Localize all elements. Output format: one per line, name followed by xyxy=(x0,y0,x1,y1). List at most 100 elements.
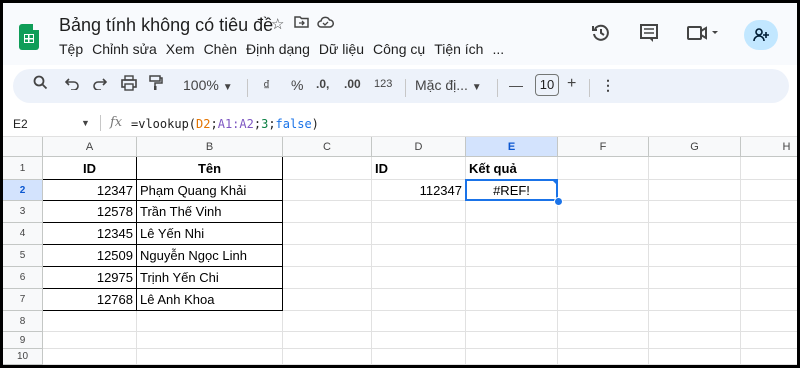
row-header-10[interactable]: 10 xyxy=(3,349,43,365)
cell-f1[interactable] xyxy=(558,157,649,180)
cell-f5[interactable] xyxy=(558,245,649,267)
cell-c2[interactable] xyxy=(283,180,372,201)
cell-h8[interactable] xyxy=(741,311,797,332)
menu-insert[interactable]: Chèn xyxy=(204,41,237,59)
cell-f9[interactable] xyxy=(558,332,649,349)
sheets-logo-icon[interactable] xyxy=(19,24,39,50)
cell-b9[interactable] xyxy=(137,332,283,349)
cell-a7[interactable]: 12768 xyxy=(43,289,137,311)
share-button[interactable] xyxy=(744,20,778,50)
row-header-9[interactable]: 9 xyxy=(3,332,43,349)
cell-h6[interactable] xyxy=(741,267,797,289)
cell-b7[interactable]: Lê Anh Khoa xyxy=(137,289,283,311)
cell-g6[interactable] xyxy=(649,267,741,289)
cell-g3[interactable] xyxy=(649,201,741,223)
cell-d6[interactable] xyxy=(372,267,466,289)
row-header-8[interactable]: 8 xyxy=(3,311,43,332)
cell-c10[interactable] xyxy=(283,349,372,365)
cell-f10[interactable] xyxy=(558,349,649,365)
row-header-2[interactable]: 2 xyxy=(3,180,43,201)
cell-g10[interactable] xyxy=(649,349,741,365)
menu-file[interactable]: Tệp xyxy=(59,41,83,59)
cell-c8[interactable] xyxy=(283,311,372,332)
cell-d10[interactable] xyxy=(372,349,466,365)
cell-c1[interactable] xyxy=(283,157,372,180)
cell-g8[interactable] xyxy=(649,311,741,332)
increase-font-size-button[interactable]: + xyxy=(567,75,576,93)
column-header-g[interactable]: G xyxy=(649,137,741,157)
formula-input[interactable]: =vlookup(D2;A1:A2;3;false) xyxy=(131,117,319,131)
menu-extensions[interactable]: Tiện ích xyxy=(434,41,483,59)
error-indicator-icon[interactable] xyxy=(552,180,557,185)
redo-icon[interactable] xyxy=(93,76,108,93)
decrease-decimal-button[interactable]: .0, xyxy=(316,77,329,91)
cell-f7[interactable] xyxy=(558,289,649,311)
cell-e7[interactable] xyxy=(466,289,558,311)
cell-d9[interactable] xyxy=(372,332,466,349)
column-header-d[interactable]: D xyxy=(372,137,466,157)
cell-a3[interactable]: 12578 xyxy=(43,201,137,223)
menu-format[interactable]: Định dạng xyxy=(246,41,310,59)
cell-e8[interactable] xyxy=(466,311,558,332)
cell-d7[interactable] xyxy=(372,289,466,311)
cell-h1[interactable] xyxy=(741,157,797,180)
cell-c7[interactable] xyxy=(283,289,372,311)
column-header-c[interactable]: C xyxy=(283,137,372,157)
comments-icon[interactable] xyxy=(639,23,659,49)
cell-f6[interactable] xyxy=(558,267,649,289)
spreadsheet-grid[interactable]: A B C D E F G H 1 ID Tên ID Kết quả 2 12347 Phạm Quang … xyxy=(3,137,797,365)
cell-g1[interactable] xyxy=(649,157,741,180)
menu-data[interactable]: Dữ liệu xyxy=(319,41,364,59)
move-folder-icon[interactable] xyxy=(294,15,309,32)
cell-f4[interactable] xyxy=(558,223,649,245)
cell-h7[interactable] xyxy=(741,289,797,311)
cell-a10[interactable] xyxy=(43,349,137,365)
row-header-1[interactable]: 1 xyxy=(3,157,43,180)
cell-b2[interactable]: Phạm Quang Khải xyxy=(137,180,283,201)
cell-e3[interactable] xyxy=(466,201,558,223)
cell-d4[interactable] xyxy=(372,223,466,245)
cell-e1[interactable]: Kết quả xyxy=(466,157,558,180)
cell-a6[interactable]: 12975 xyxy=(43,267,137,289)
cell-f2[interactable] xyxy=(558,180,649,201)
column-header-b[interactable]: B xyxy=(137,137,283,157)
undo-icon[interactable] xyxy=(64,76,79,93)
cell-b4[interactable]: Lê Yến Nhi xyxy=(137,223,283,245)
cell-c4[interactable] xyxy=(283,223,372,245)
cell-g9[interactable] xyxy=(649,332,741,349)
cell-c9[interactable] xyxy=(283,332,372,349)
cell-b8[interactable] xyxy=(137,311,283,332)
cell-e4[interactable] xyxy=(466,223,558,245)
row-header-5[interactable]: 5 xyxy=(3,245,43,267)
name-box-dropdown-icon[interactable]: ▼ xyxy=(81,118,90,128)
cell-a5[interactable]: 12509 xyxy=(43,245,137,267)
cell-h2[interactable] xyxy=(741,180,797,201)
cell-d5[interactable] xyxy=(372,245,466,267)
font-size-input[interactable]: 10 xyxy=(535,74,559,96)
cell-d3[interactable] xyxy=(372,201,466,223)
currency-format-button[interactable]: ₫ xyxy=(263,77,270,93)
row-header-4[interactable]: 4 xyxy=(3,223,43,245)
cell-g2[interactable] xyxy=(649,180,741,201)
menu-view[interactable]: Xem xyxy=(166,41,195,59)
cell-b5[interactable]: Nguyễn Ngọc Linh xyxy=(137,245,283,267)
zoom-select[interactable]: 100% ▼ xyxy=(183,77,233,93)
decrease-font-size-button[interactable]: — xyxy=(509,77,523,93)
row-header-7[interactable]: 7 xyxy=(3,289,43,311)
row-header-3[interactable]: 3 xyxy=(3,201,43,223)
meet-icon[interactable] xyxy=(686,23,720,49)
cell-h4[interactable] xyxy=(741,223,797,245)
document-title[interactable]: Bảng tính không có tiêu đề xyxy=(59,15,273,36)
cloud-saved-icon[interactable] xyxy=(317,15,334,32)
font-select[interactable]: Mặc đị... ▼ xyxy=(415,77,482,93)
cell-a4[interactable]: 12345 xyxy=(43,223,137,245)
cell-b3[interactable]: Trần Thế Vinh xyxy=(137,201,283,223)
cell-c5[interactable] xyxy=(283,245,372,267)
cell-b1[interactable]: Tên xyxy=(137,157,283,180)
more-options-icon[interactable]: ⋮ xyxy=(601,77,615,94)
cell-f8[interactable] xyxy=(558,311,649,332)
cell-d8[interactable] xyxy=(372,311,466,332)
cell-h5[interactable] xyxy=(741,245,797,267)
cell-a9[interactable] xyxy=(43,332,137,349)
percent-format-button[interactable]: % xyxy=(291,77,303,93)
